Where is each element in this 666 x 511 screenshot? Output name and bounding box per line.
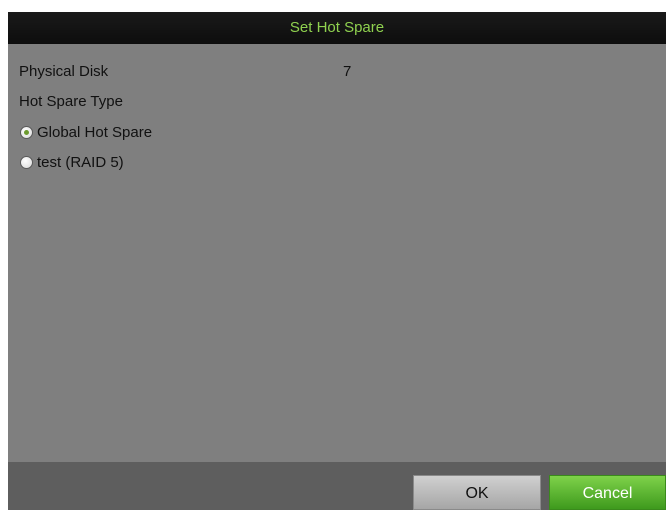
ok-button[interactable]: OK (413, 475, 541, 510)
radio-unchecked-icon[interactable] (20, 155, 33, 169)
radio-option-global-hot-spare[interactable]: Global Hot Spare (20, 120, 152, 144)
dialog-footer: OK Cancel (8, 462, 666, 510)
dialog-content: Physical Disk 7 Hot Spare Type Global Ho… (8, 44, 666, 462)
radio-option-test-raid5[interactable]: test (RAID 5) (20, 150, 124, 174)
radio-checked-icon[interactable] (20, 125, 33, 139)
set-hot-spare-dialog: Set Hot Spare Physical Disk 7 Hot Spare … (8, 12, 666, 510)
cancel-button[interactable]: Cancel (549, 475, 666, 510)
radio-option-label: Global Hot Spare (37, 123, 153, 141)
physical-disk-value: 7 (343, 63, 352, 80)
dialog-title-bar: Set Hot Spare (8, 12, 666, 44)
radio-option-label: test (RAID 5) (37, 153, 124, 171)
physical-disk-label: Physical Disk (19, 63, 109, 80)
dialog-title: Set Hot Spare (289, 19, 385, 36)
hot-spare-type-label: Hot Spare Type (19, 93, 123, 110)
